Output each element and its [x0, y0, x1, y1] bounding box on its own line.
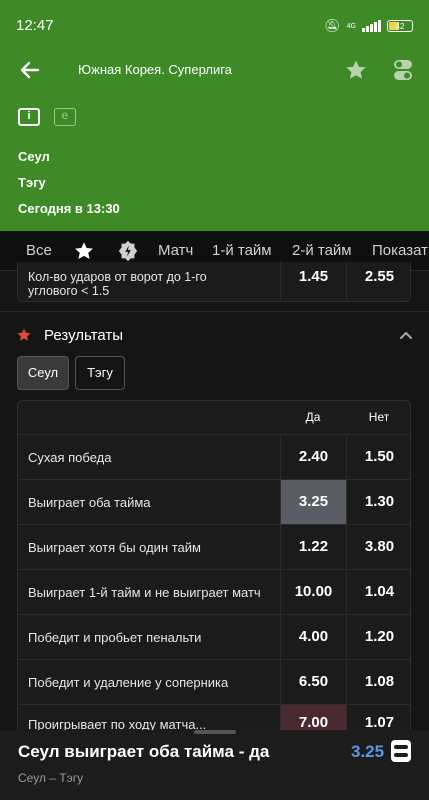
bet-slip-title: Сеул выиграет оба тайма - да	[18, 742, 270, 761]
favorite-star-icon[interactable]	[344, 58, 368, 82]
bet-slip-odds: 3.25	[351, 742, 385, 761]
muted-bell-icon: 🔕︎	[324, 18, 341, 33]
prev-market-card: Кол-во ударов от ворот до 1-го углового …	[17, 262, 411, 302]
toggle-settings-icon[interactable]	[393, 58, 413, 82]
team-tab-home[interactable]: Сеул	[17, 356, 69, 390]
status-icons: 🔕︎ 4G 42	[324, 18, 413, 34]
results-table: Да Нет Сухая победа 2.40 1.50 Выиграет о…	[17, 400, 411, 740]
row-label: Победит и пробьет пенальти	[28, 630, 202, 645]
table-row: Победит и пробьет пенальти 4.00 1.20	[18, 614, 410, 659]
odds-no[interactable]: 1.30	[346, 480, 410, 524]
odds-yes[interactable]: 4.00	[280, 615, 346, 659]
odds-yes-selected[interactable]: 3.25	[280, 480, 346, 524]
tab-match[interactable]: Матч	[158, 242, 193, 259]
bet-slip-bar[interactable]: Сеул выиграет оба тайма - да 3.25 Сеул –…	[0, 730, 429, 800]
signal-icon	[362, 20, 381, 32]
away-team: Тэгу	[18, 175, 46, 190]
prev-market-no-odds[interactable]: 2.55	[346, 262, 410, 301]
chevron-up-icon[interactable]	[399, 328, 413, 342]
table-header: Да Нет	[18, 401, 410, 434]
row-label: Сухая победа	[28, 450, 112, 465]
col-header-no: Нет	[368, 410, 390, 424]
odds-no[interactable]: 1.08	[346, 660, 410, 704]
table-row: Сухая победа 2.40 1.50	[18, 434, 410, 479]
col-header-yes: Да	[305, 410, 321, 424]
status-time: 12:47	[16, 17, 54, 34]
row-label: Выиграет хотя бы один тайм	[28, 540, 201, 555]
odds-yes[interactable]: 6.50	[280, 660, 346, 704]
table-row: Победит и удаление у соперника 6.50 1.08	[18, 659, 410, 704]
stream-view-icon[interactable]	[54, 108, 76, 126]
event-header: 12:47 🔕︎ 4G 42 Южная Корея. Суперлига Се…	[0, 0, 429, 231]
odds-no[interactable]: 1.20	[346, 615, 410, 659]
table-row: Выиграет оба тайма 3.25 1.30	[18, 479, 410, 524]
tab-show[interactable]: Показат	[372, 242, 428, 259]
odds-no[interactable]: 3.80	[346, 525, 410, 569]
odds-yes[interactable]: 1.22	[280, 525, 346, 569]
table-row: Выиграет хотя бы один тайм 1.22 3.80	[18, 524, 410, 569]
row-label: Выиграет оба тайма	[28, 495, 151, 510]
odds-yes[interactable]: 2.40	[280, 435, 346, 479]
view-switch	[18, 108, 76, 126]
bet-slip-subtitle: Сеул – Тэгу	[18, 771, 84, 785]
status-bar: 12:47 🔕︎ 4G 42	[0, 0, 429, 40]
tab-first-half[interactable]: 1-й тайм	[212, 242, 272, 259]
prev-market-label-line2: углового < 1.5	[28, 284, 110, 298]
row-label: Победит и удаление у соперника	[28, 675, 229, 690]
section-star-icon	[17, 328, 31, 341]
results-section-header[interactable]: Результаты	[0, 311, 429, 357]
top-app-bar: Южная Корея. Суперлига	[0, 48, 429, 92]
home-team: Сеул	[18, 149, 50, 164]
back-arrow-icon[interactable]	[18, 58, 42, 82]
drag-handle[interactable]	[194, 730, 236, 734]
match-start-time: Сегодня в 13:30	[18, 201, 120, 216]
prev-market-label: Кол-во ударов от ворот до 1-го углового …	[28, 270, 207, 298]
tab-favorites-star-icon[interactable]	[73, 240, 95, 262]
row-label: Выиграет 1-й тайм и не выиграет матч	[28, 585, 261, 600]
info-view-icon[interactable]	[18, 108, 40, 126]
tab-live-icon[interactable]	[117, 240, 139, 262]
battery-level: 42	[395, 21, 405, 31]
odds-yes[interactable]: 10.00	[280, 570, 346, 614]
odds-no[interactable]: 1.04	[346, 570, 410, 614]
team-tab-away[interactable]: Тэгу	[75, 356, 125, 390]
table-row: Выиграет 1-й тайм и не выиграет матч 10.…	[18, 569, 410, 614]
battery-icon: 42	[387, 20, 413, 32]
tab-all[interactable]: Все	[26, 242, 52, 259]
network-type: 4G	[346, 22, 356, 30]
league-title: Южная Корея. Суперлига	[78, 62, 232, 77]
section-title: Результаты	[44, 327, 123, 344]
prev-market-yes-odds[interactable]: 1.45	[280, 262, 346, 301]
odds-no[interactable]: 1.50	[346, 435, 410, 479]
prev-market-label-line1: Кол-во ударов от ворот до 1-го	[28, 270, 207, 284]
bet-slip-settings-icon[interactable]	[391, 740, 411, 762]
tab-second-half[interactable]: 2-й тайм	[292, 242, 352, 259]
